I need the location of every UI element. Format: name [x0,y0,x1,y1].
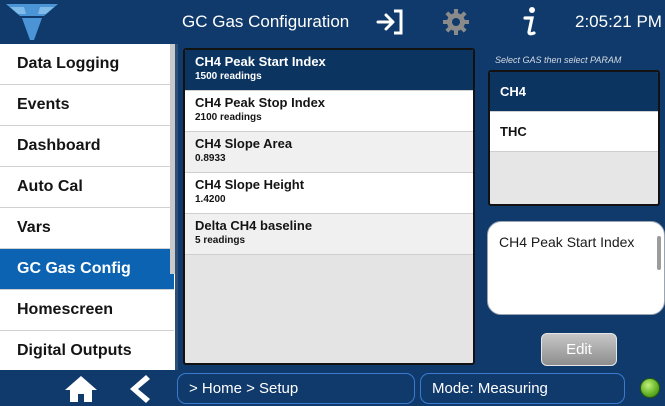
clock-time: 2:05:21 PM [575,12,662,31]
edit-button[interactable]: Edit [541,333,617,366]
sidebar-item-gc-gas-config[interactable]: GC Gas Config [0,249,174,290]
teledyne-logo [6,4,58,40]
gas-select-hint: Select GAS then select PARAM [495,55,622,65]
sidebar-nav: Data Logging Events Dashboard Auto Cal V… [0,44,174,370]
gas-row-thc[interactable]: THC [490,112,658,152]
sidebar-item-auto-cal[interactable]: Auto Cal [0,167,174,208]
param-value: 5 readings [195,235,246,246]
mode-status: Mode: Measuring [420,373,625,404]
sidebar-item-dashboard[interactable]: Dashboard [0,126,174,167]
sidebar-item-vars[interactable]: Vars [0,208,174,249]
param-name: CH4 Slope Height [195,177,305,192]
param-value: 1.4200 [195,194,226,205]
param-value: 2100 readings [195,112,262,123]
exit-icon[interactable] [376,9,404,35]
description-scrollbar[interactable] [657,236,661,270]
param-row-ch4-peak-stop-index[interactable]: CH4 Peak Stop Index 2100 readings [185,91,473,132]
sidebar-item-events[interactable]: Events [0,85,174,126]
breadcrumb[interactable]: > Home > Setup [177,373,415,404]
param-list: CH4 Peak Start Index 1500 readings CH4 P… [183,48,475,365]
param-name: CH4 Peak Start Index [195,54,326,69]
param-description-text: CH4 Peak Start Index [499,234,635,250]
param-row-ch4-peak-start-index[interactable]: CH4 Peak Start Index 1500 readings [185,50,473,91]
gear-icon[interactable] [442,8,470,36]
back-arrow-icon[interactable] [128,374,150,404]
status-led-icon [640,378,660,398]
param-value: 0.8933 [195,153,226,164]
gas-row-ch4[interactable]: CH4 [490,72,658,112]
param-name: CH4 Slope Area [195,136,293,151]
param-row-ch4-slope-area[interactable]: CH4 Slope Area 0.8933 [185,132,473,173]
param-row-ch4-slope-height[interactable]: CH4 Slope Height 1.4200 [185,173,473,214]
sidebar-item-digital-outputs[interactable]: Digital Outputs [0,331,174,370]
sidebar-item-homescreen[interactable]: Homescreen [0,290,174,331]
gas-list: CH4 THC [488,70,660,206]
param-name: Delta CH4 baseline [195,218,313,233]
home-icon[interactable] [64,375,98,403]
page-title: GC Gas Configuration [182,12,350,31]
param-value: 1500 readings [195,71,262,82]
sidebar-item-data-logging[interactable]: Data Logging [0,44,174,85]
info-icon[interactable] [520,6,540,38]
param-row-delta-ch4-baseline[interactable]: Delta CH4 baseline 5 readings [185,214,473,255]
param-name: CH4 Peak Stop Index [195,95,326,110]
